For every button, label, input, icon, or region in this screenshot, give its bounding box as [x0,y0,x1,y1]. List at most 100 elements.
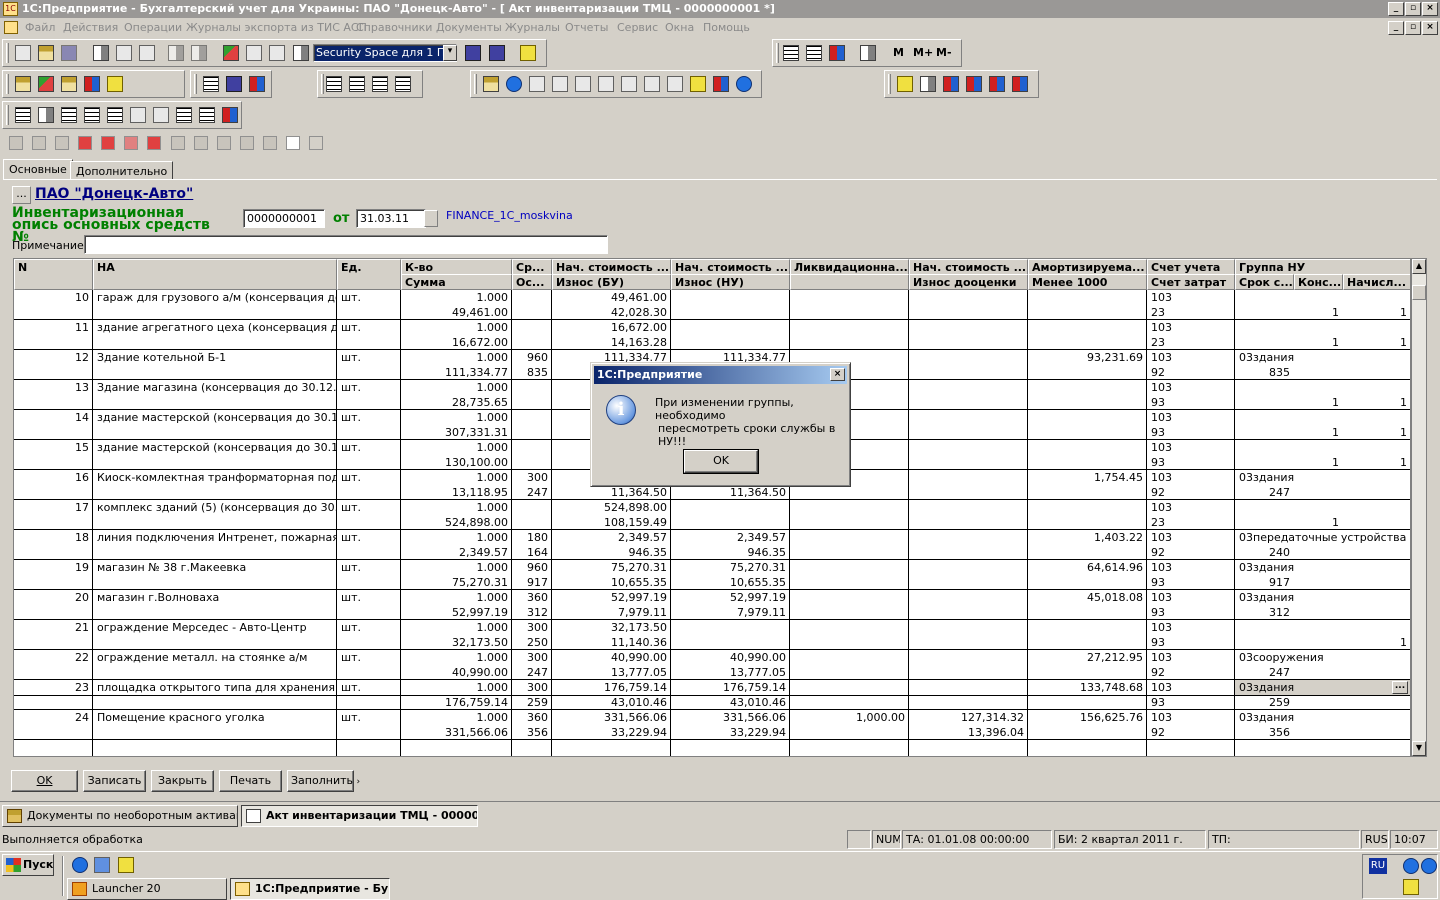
configure-icon[interactable] [1012,76,1028,92]
cell-name[interactable]: Здание магазина (консервация до 30.12.11… [94,380,336,395]
cell-unit[interactable]: шт. [338,680,400,695]
row-new-icon[interactable] [9,136,23,150]
cell-nu1[interactable]: 40,990.00 [672,650,789,665]
mem-plus-button[interactable]: M+ [913,46,933,59]
cell-sr1[interactable]: 960 [513,560,551,575]
cell-grp[interactable] [1236,290,1410,305]
cell-sch1[interactable]: 103 [1148,440,1234,455]
column-subheader[interactable]: Ос... [512,274,552,290]
print-preview-icon[interactable] [191,45,207,61]
cell-sr2[interactable]: 356 [513,725,551,740]
cell-kons[interactable] [1295,665,1342,680]
cell-srok[interactable]: 247 [1236,665,1293,680]
cell-qty[interactable]: 1.000 [402,320,511,335]
cell-sch2[interactable]: 93 [1148,455,1234,470]
row-delete-icon[interactable] [78,136,92,150]
split-icon[interactable] [575,76,591,92]
undo-icon[interactable] [246,45,262,61]
column-header[interactable]: Нач. стоимость ... [671,259,790,275]
payment-icon[interactable] [395,76,411,92]
cell-sr2[interactable] [513,425,551,440]
cell-unit[interactable]: шт. [338,560,400,575]
cell-grp[interactable]: 03передаточные устройства [1236,530,1410,545]
cell-name[interactable]: линия подключения Интренет, пожарная сиг… [94,530,336,545]
mail-icon[interactable] [713,76,729,92]
cell-nu2[interactable]: 11,364.50 [672,485,789,500]
cell-sum[interactable]: 16,672.00 [402,335,511,350]
cell-sr1[interactable] [513,320,551,335]
scroll-thumb[interactable] [1412,285,1426,300]
cell-kons[interactable]: 1 [1295,455,1342,470]
cell-sum[interactable]: 111,334.77 [402,365,511,380]
cell-sr2[interactable] [513,455,551,470]
tree-icon[interactable] [107,76,123,92]
cell-sch1[interactable]: 103 [1148,590,1234,605]
cell-sch1[interactable]: 103 [1148,710,1234,725]
cell-dv1[interactable] [910,320,1027,335]
task-1c[interactable]: 1С:Предприятие - Бу... [230,878,390,900]
cell-dv1[interactable] [910,530,1027,545]
move-up-icon[interactable] [194,136,208,150]
cell-liq[interactable] [791,620,908,635]
cell-dv2[interactable] [910,635,1027,650]
cell-unit[interactable]: шт. [338,290,400,305]
cell-dv2[interactable] [910,605,1027,620]
cut-icon[interactable] [93,45,109,61]
column-header[interactable]: Счет учета [1147,259,1235,275]
cell-grp[interactable] [1236,620,1410,635]
cell-sch2[interactable]: 93 [1148,695,1234,710]
cell-nach[interactable]: 1 [1344,455,1410,470]
doc-number-field[interactable]: 0000000001 [243,209,325,228]
cell-am[interactable]: 1,403.22 [1029,530,1146,545]
cell-dv1[interactable] [910,590,1027,605]
cell-unit[interactable]: шт. [338,380,400,395]
cell-grp[interactable]: 03здания [1236,560,1410,575]
network-icon[interactable] [1403,858,1419,874]
cell-dv2[interactable] [910,545,1027,560]
cell-name[interactable]: Здание котельной Б-1 [94,350,336,365]
cell-sr2[interactable]: 247 [513,665,551,680]
network2-icon[interactable] [1421,858,1437,874]
row-x-icon[interactable] [147,136,161,150]
sort-desc-icon[interactable] [667,76,683,92]
cell-unit[interactable]: шт. [338,500,400,515]
cell-dv2[interactable]: 13,396.04 [910,725,1027,740]
column-subheader[interactable]: Износ (БУ) [552,274,671,290]
cell-nach[interactable] [1344,725,1410,740]
cell-unit[interactable]: шт. [338,440,400,455]
form-list-icon[interactable] [61,107,77,123]
cell-am[interactable]: 64,614.96 [1029,560,1146,575]
cell-srok[interactable]: 247 [1236,485,1293,500]
cell-sum[interactable]: 40,990.00 [402,665,511,680]
cell-liq[interactable] [791,590,908,605]
cell-dv1[interactable] [910,410,1027,425]
cell-nu2[interactable] [672,635,789,650]
copy-icon[interactable] [116,45,132,61]
cell-sr2[interactable] [513,335,551,350]
cell-nu1[interactable] [672,290,789,305]
cell-name[interactable]: магазин № 38 г.Макеевка [94,560,336,575]
menu-actions[interactable]: Действия [63,21,118,34]
cell-am[interactable]: 93,231.69 [1029,350,1146,365]
cell-n[interactable]: 22 [15,650,92,665]
cell-dv2[interactable] [910,395,1027,410]
invoice-icon[interactable] [349,76,365,92]
table-row[interactable]: 17 комплекс зданий (5) (консервация до 30… [14,500,1410,530]
column-header[interactable]: К-во [401,259,512,275]
cell-unit[interactable]: шт. [338,530,400,545]
cell-dv1[interactable] [910,620,1027,635]
cell-nu1[interactable]: 331,566.06 [672,710,789,725]
window-tab-act[interactable]: Акт инвентаризации ТМЦ - 000000... [241,805,478,827]
save-button[interactable]: Записать [83,770,146,792]
scroll-down-icon[interactable]: ▼ [1412,741,1426,756]
cell-nu2[interactable]: 7,979.11 [672,605,789,620]
cell-dv1[interactable] [910,560,1027,575]
open-icon[interactable] [38,45,54,61]
cell-name[interactable]: гараж для грузового а/м (консервация до … [94,290,336,305]
org-link[interactable]: ПАО "Донецк-Авто" [35,186,193,202]
cell-kons[interactable] [1295,605,1342,620]
cell-dv2[interactable] [910,695,1027,710]
doc-minimize-button[interactable]: _ [1388,21,1404,35]
row-remove-icon[interactable] [101,136,115,150]
cell-qty[interactable]: 1.000 [402,350,511,365]
